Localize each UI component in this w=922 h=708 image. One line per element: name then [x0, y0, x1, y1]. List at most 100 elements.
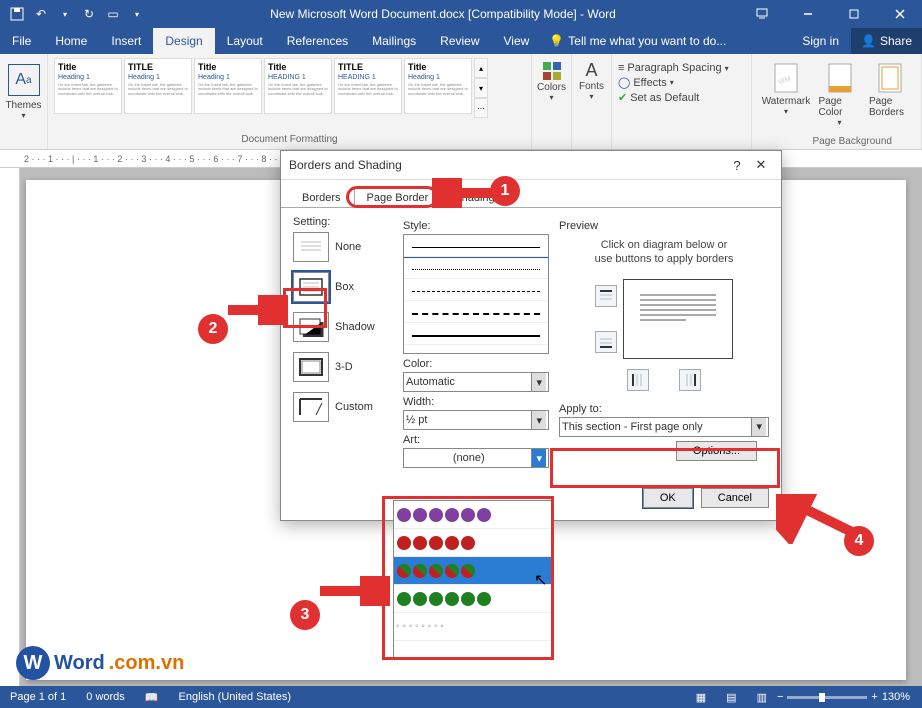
style-gallery-item[interactable]: TITLEHEADING 1On the Insert tab, the gal… — [334, 58, 402, 114]
options-button[interactable]: Options... — [676, 441, 757, 461]
border-bottom-button[interactable] — [595, 331, 617, 353]
tab-file[interactable]: File — [0, 28, 43, 54]
apply-to-select[interactable]: This section - First page only▾ — [559, 417, 769, 437]
view-web-layout-icon[interactable]: ▥ — [747, 691, 777, 704]
chevron-down-icon: ▾ — [531, 411, 546, 429]
style-label: Style: — [403, 220, 549, 232]
tab-insert[interactable]: Insert — [99, 28, 153, 54]
preview-label: Preview — [559, 220, 769, 232]
page-color-button[interactable]: Page Color▾ — [815, 60, 865, 129]
effects-icon: ◯ — [618, 76, 630, 89]
border-top-button[interactable] — [595, 285, 617, 307]
art-option-leaves-green[interactable] — [394, 585, 552, 613]
tab-page-border[interactable]: Page Border — [354, 187, 442, 208]
style-list[interactable] — [403, 234, 549, 354]
border-left-button[interactable] — [627, 369, 649, 391]
page-borders-button[interactable]: Page Borders — [865, 60, 915, 120]
dialog-close-icon[interactable]: ✕ — [749, 157, 773, 173]
zoom-level[interactable]: 130% — [882, 691, 910, 703]
anno-circle-4: 4 — [844, 526, 874, 556]
ok-button[interactable]: OK — [643, 488, 693, 508]
touch-mode-icon[interactable]: ▭ — [104, 5, 122, 23]
statusbar: Page 1 of 1 0 words 📖 English (United St… — [0, 686, 922, 708]
tab-design[interactable]: Design — [153, 28, 214, 54]
word-logo-icon: W — [16, 646, 50, 680]
status-proofing-icon[interactable]: 📖 — [135, 691, 169, 704]
art-option-flowers-red[interactable] — [394, 529, 552, 557]
width-label: Width: — [403, 396, 549, 408]
setting-3d[interactable]: 3-D — [293, 352, 393, 382]
art-dropdown-list[interactable]: ◦ ◦ ◦ ◦ ◦ ◦ ◦ ◦ — [393, 500, 553, 658]
setting-custom[interactable]: Custom — [293, 392, 393, 422]
themes-icon: Aa — [8, 64, 40, 96]
status-words[interactable]: 0 words — [76, 691, 135, 703]
ribbon-options-icon[interactable] — [740, 0, 784, 28]
set-default-button[interactable]: ✔Set as Default — [618, 91, 729, 104]
redo-icon[interactable]: ↻ — [80, 5, 98, 23]
art-option-flowers-purple[interactable] — [394, 501, 552, 529]
lightbulb-icon: 💡 — [549, 34, 564, 48]
tab-references[interactable]: References — [275, 28, 360, 54]
setting-box[interactable]: Box — [293, 272, 393, 302]
tell-me-search[interactable]: 💡Tell me what you want to do... — [541, 28, 734, 54]
cancel-button[interactable]: Cancel — [701, 488, 769, 508]
dialog-help-icon[interactable]: ? — [725, 158, 749, 173]
art-option-flowers-redgreen[interactable] — [394, 557, 552, 585]
anno-circle-3: 3 — [290, 600, 320, 630]
tab-layout[interactable]: Layout — [215, 28, 275, 54]
view-read-mode-icon[interactable]: ▦ — [686, 691, 716, 704]
setting-none[interactable]: None — [293, 232, 393, 262]
tab-mailings[interactable]: Mailings — [360, 28, 428, 54]
paragraph-spacing-button[interactable]: ≡Paragraph Spacing▾ — [618, 62, 729, 74]
border-right-button[interactable] — [679, 369, 701, 391]
setting-label: Setting: — [293, 216, 393, 228]
sign-in[interactable]: Sign in — [790, 28, 851, 54]
color-label: Color: — [403, 358, 549, 370]
color-select[interactable]: Automatic▾ — [403, 372, 549, 392]
preview-diagram[interactable] — [623, 279, 733, 359]
zoom-out-button[interactable]: − — [777, 691, 783, 703]
undo-dropdown-icon[interactable]: ▾ — [56, 5, 74, 23]
status-page[interactable]: Page 1 of 1 — [0, 691, 76, 703]
ribbon: Aa Themes▾ TitleHeading 1On the Insert t… — [0, 54, 922, 150]
zoom-slider[interactable] — [787, 696, 867, 699]
share-button[interactable]: 👤Share — [851, 28, 922, 54]
status-language[interactable]: English (United States) — [169, 691, 302, 703]
chevron-down-icon: ▾ — [531, 449, 546, 467]
gallery-nav[interactable]: ▴▾⋯ — [474, 58, 488, 118]
close-icon[interactable] — [878, 0, 922, 28]
paraspacing-icon: ≡ — [618, 62, 624, 74]
themes-button[interactable]: Aa Themes▾ — [0, 58, 48, 122]
watermark-button[interactable]: WM Watermark▾ — [758, 60, 814, 118]
minimize-icon[interactable] — [786, 0, 830, 28]
fonts-icon: A — [586, 60, 598, 81]
maximize-icon[interactable] — [832, 0, 876, 28]
art-label: Art: — [403, 434, 549, 446]
style-gallery-item[interactable]: TITLEHeading 1On the Insert tab, the gal… — [124, 58, 192, 114]
art-option-pattern[interactable]: ◦ ◦ ◦ ◦ ◦ ◦ ◦ ◦ — [394, 613, 552, 641]
save-icon[interactable] — [8, 5, 26, 23]
apply-to-label: Apply to: — [559, 403, 769, 415]
tab-home[interactable]: Home — [43, 28, 99, 54]
fonts-button[interactable]: A Fonts▾ — [575, 58, 608, 103]
setting-shadow[interactable]: Shadow — [293, 312, 393, 342]
width-select[interactable]: ½ pt▾ — [403, 410, 549, 430]
art-select[interactable]: (none)▾ — [403, 448, 549, 468]
chevron-down-icon: ▾ — [751, 418, 766, 436]
style-gallery-item[interactable]: TitleHeading 1On the Insert tab, the gal… — [194, 58, 262, 114]
tab-review[interactable]: Review — [428, 28, 491, 54]
style-gallery-item[interactable]: TitleHEADING 1On the Insert tab, the gal… — [264, 58, 332, 114]
vertical-ruler[interactable] — [0, 168, 20, 690]
undo-icon[interactable]: ↶ — [32, 5, 50, 23]
view-print-layout-icon[interactable]: ▤ — [716, 691, 746, 704]
tab-borders[interactable]: Borders — [289, 187, 354, 208]
style-gallery-item[interactable]: TitleHeading 1On the Insert tab, the gal… — [54, 58, 122, 114]
tab-view[interactable]: View — [492, 28, 542, 54]
style-gallery-item[interactable]: TitleHeading 1On the Insert tab, the gal… — [404, 58, 472, 114]
style-gallery[interactable]: TitleHeading 1On the Insert tab, the gal… — [54, 58, 472, 118]
colors-button[interactable]: Colors▾ — [533, 58, 570, 104]
cursor-icon: ↖ — [534, 570, 547, 590]
effects-button[interactable]: ◯Effects▾ — [618, 76, 729, 89]
zoom-in-button[interactable]: + — [871, 691, 877, 703]
qat-dropdown-icon[interactable]: ▾ — [128, 5, 146, 23]
